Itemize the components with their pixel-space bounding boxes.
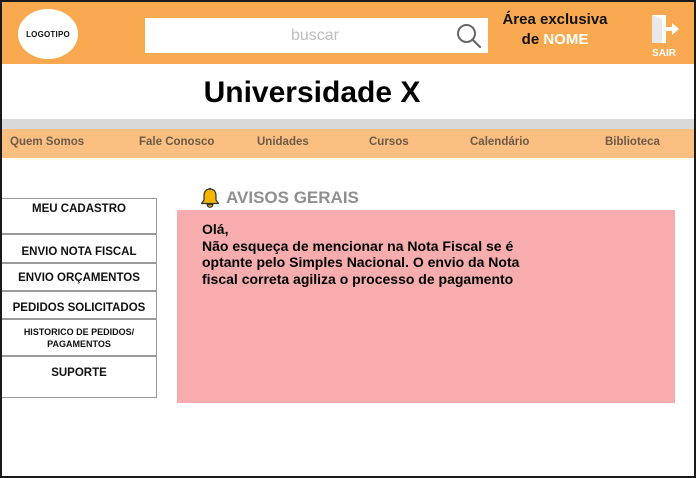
exclusive-area-line2: de NOME — [492, 30, 618, 50]
logo[interactable]: LOGOTIPO — [18, 9, 78, 59]
nav-item-fale-conosco[interactable]: Fale Conosco — [139, 136, 214, 148]
notice-greeting: Olá, — [202, 221, 229, 237]
app-frame: LOGOTIPO Área exclusiva de NOME SAIR Uni… — [0, 0, 696, 478]
nav-item-cursos[interactable]: Cursos — [369, 136, 409, 148]
sidebar-item-meu-cadastro[interactable]: MEU CADASTRO — [2, 198, 157, 234]
notice-line-1: Não esqueça de mencionar na Nota Fiscal … — [202, 237, 514, 254]
nav-item-quem-somos[interactable]: Quem Somos — [10, 136, 84, 148]
nav-item-unidades[interactable]: Unidades — [257, 136, 309, 148]
nav-item-calendario[interactable]: Calendário — [470, 136, 529, 148]
sidebar-item-envio-orcamentos[interactable]: ENVIO ORÇAMENTOS — [2, 263, 157, 291]
notice-header: AVISOS GERAIS — [199, 187, 359, 209]
notice-message-box: Olá, Não esqueça de mencionar na Nota Fi… — [177, 210, 675, 403]
notice-line-2: optante pelo Simples Nacional. O envio d… — [202, 254, 520, 270]
sidebar-item-historico-line2: PAGAMENTOS — [47, 339, 111, 349]
search-input[interactable] — [145, 18, 445, 53]
page-title: Universidade X — [2, 76, 694, 110]
divider-bar — [2, 119, 694, 129]
sidebar-item-historico-line1: HISTORICO DE PEDIDOS/ — [23, 327, 135, 337]
exit-button[interactable]: SAIR — [638, 12, 690, 62]
exclusive-area-prefix: de — [521, 31, 540, 48]
exclusive-area-line1: Área exclusiva — [502, 11, 608, 28]
exit-door-icon — [652, 15, 679, 43]
notice-line-3: fiscal correta agiliza o processo de pag… — [202, 270, 514, 287]
sidebar-item-historico[interactable]: HISTORICO DE PEDIDOS/ PAGAMENTOS — [2, 319, 157, 356]
user-name: NOME — [543, 31, 589, 48]
header-bar: LOGOTIPO Área exclusiva de NOME SAIR — [2, 2, 694, 64]
exclusive-area-label: Área exclusiva de NOME — [492, 10, 618, 50]
search-box — [145, 18, 488, 53]
page-title-text: Universidade X — [203, 76, 421, 109]
bell-icon — [200, 187, 220, 208]
sidebar-item-envio-nota-fiscal[interactable]: ENVIO NOTA FISCAL — [2, 234, 157, 263]
exit-label: SAIR — [652, 48, 676, 59]
search-icon[interactable] — [455, 22, 483, 50]
nav-item-biblioteca[interactable]: Biblioteca — [605, 136, 660, 148]
sidebar-item-suporte[interactable]: SUPORTE — [2, 356, 157, 398]
main-nav: Quem Somos Fale Conosco Unidades Cursos … — [2, 129, 694, 158]
sidebar-item-pedidos-solicitados[interactable]: PEDIDOS SOLICITADOS — [2, 291, 157, 319]
notice-title: AVISOS GERAIS — [226, 188, 359, 207]
